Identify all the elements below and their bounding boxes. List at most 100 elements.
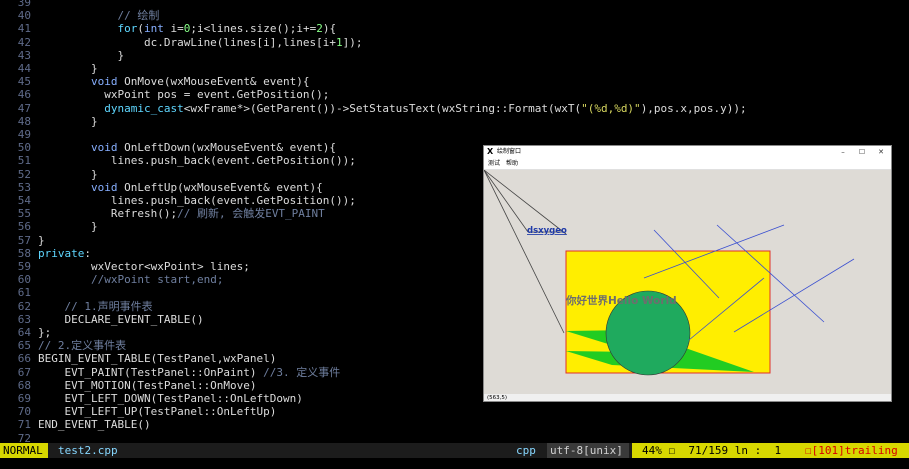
code-line[interactable]: 50 void OnLeftDown(wxMouseEvent& event){ — [0, 141, 336, 154]
code-token: // 绘制 — [117, 9, 160, 23]
code-text: lines.push_back(event.GetPosition()); — [38, 154, 356, 167]
line-number: 70 — [17, 405, 31, 419]
code-line[interactable]: 45 void OnMove(wxMouseEvent& event){ — [0, 75, 310, 88]
code-line[interactable]: 48 } — [0, 115, 98, 128]
code-line[interactable]: 43 } — [0, 49, 124, 62]
code-token: int — [143, 22, 164, 36]
line-number: 65 — [17, 339, 31, 353]
code-line[interactable]: 71 END_EVENT_TABLE() — [0, 418, 151, 431]
code-line[interactable]: 63 DECLARE_EVENT_TABLE() — [0, 313, 204, 326]
code-token: //wxPoint start,end; — [90, 273, 224, 287]
menu-bar: 测试 帮助 — [484, 158, 891, 170]
code-line[interactable]: 52 } — [0, 168, 98, 181]
code-line[interactable]: 57} — [0, 234, 45, 247]
close-button[interactable]: ✕ — [874, 146, 888, 158]
canvas-drawing: dsxygeo 你好世界Hello World — [484, 169, 855, 376]
code-line[interactable]: 42 dc.DrawLine(lines[i],lines[i+1]); — [0, 36, 363, 49]
code-line[interactable]: 46 wxPoint pos = event.GetPosition(); — [0, 88, 330, 101]
minimize-button[interactable]: – — [836, 146, 850, 158]
code-text: DECLARE_EVENT_TABLE() — [38, 313, 203, 326]
drawn-line — [484, 169, 529, 233]
drawn-line — [484, 169, 567, 235]
code-line[interactable]: 51 lines.push_back(event.GetPosition()); — [0, 154, 356, 167]
code-line[interactable]: 49 — [0, 128, 38, 141]
code-text: } — [38, 49, 124, 62]
window-title: 绘制窗口 — [497, 148, 522, 155]
line-number: 61 — [17, 286, 31, 300]
code-token: ]); — [342, 35, 363, 49]
code-line[interactable]: 41 for(int i=0;i<lines.size();i+=2){ — [0, 22, 336, 35]
code-token: dc.DrawLine(lines[i],lines[i+ — [38, 35, 337, 49]
code-line[interactable]: 53 void OnLeftUp(wxMouseEvent& event){ — [0, 181, 323, 194]
code-token: }; — [38, 326, 52, 339]
code-text: } — [38, 115, 98, 128]
code-token: END_EVENT_TABLE() — [38, 418, 151, 432]
code-token: EVT_LEFT_DOWN(TestPanel::OnLeftDown) — [38, 392, 303, 405]
code-token: void — [90, 180, 118, 194]
code-line[interactable]: 70 EVT_LEFT_UP(TestPanel::OnLeftUp) — [0, 405, 277, 419]
code-line[interactable]: 59 wxVector<wxPoint> lines; — [0, 260, 250, 273]
code-line[interactable]: 61 — [0, 286, 38, 299]
code-line[interactable]: 67 EVT_PAINT(TestPanel::OnPaint) //3. 定义… — [0, 366, 341, 379]
code-text: void OnLeftDown(wxMouseEvent& event){ — [38, 141, 336, 154]
code-token: : — [84, 246, 91, 260]
line-number: 60 — [17, 273, 31, 287]
code-token: 2 — [316, 22, 323, 36]
menu-help[interactable]: 帮助 — [506, 158, 518, 169]
code-text: BEGIN_EVENT_TABLE(TestPanel,wxPanel) — [38, 352, 276, 365]
code-line[interactable]: 60 //wxPoint start,end; — [0, 273, 224, 287]
line-number: 52 — [17, 167, 31, 181]
code-line[interactable]: 69 EVT_LEFT_DOWN(TestPanel::OnLeftDown) — [0, 392, 303, 405]
window-titlebar[interactable]: X 绘制窗口 – ☐ ✕ — [484, 146, 891, 158]
code-line[interactable]: 68 EVT_MOTION(TestPanel::OnMove) — [0, 379, 257, 392]
file-type: cpp — [516, 444, 536, 457]
line-number: 50 — [17, 141, 31, 155]
code-line[interactable]: 55 Refresh();// 刷新, 会触发EVT_PAINT — [0, 207, 325, 220]
code-token: OnMove(wxMouseEvent& event){ — [117, 75, 310, 89]
line-number: 56 — [17, 220, 31, 234]
line-number: 66 — [17, 352, 31, 366]
cursor-position: 44% ☐ 71/159 ln : 1 — [632, 443, 802, 458]
code-line[interactable]: 64}; — [0, 326, 52, 339]
code-line[interactable]: 72 — [0, 432, 38, 443]
drawing-canvas[interactable]: dsxygeo 你好世界Hello World — [484, 169, 891, 394]
code-line[interactable]: 66 BEGIN_EVENT_TABLE(TestPanel,wxPanel) — [0, 352, 277, 366]
maximize-button[interactable]: ☐ — [855, 146, 869, 158]
line-number: 49 — [17, 128, 31, 141]
code-token: ){ — [322, 22, 337, 36]
code-token: ( — [137, 22, 144, 36]
line-number: 41 — [17, 22, 31, 36]
code-line[interactable]: 47 dynamic_cast<wxFrame*>(GetParent())->… — [0, 102, 747, 115]
code-token: } — [38, 167, 98, 181]
code-text: } — [38, 168, 98, 181]
code-token: OnLeftUp(wxMouseEvent& event){ — [117, 180, 323, 194]
code-line[interactable]: 39 — [0, 0, 38, 9]
code-token: // 刷新, 会触发EVT_PAINT — [177, 207, 325, 221]
code-text: EVT_LEFT_DOWN(TestPanel::OnLeftDown) — [38, 392, 303, 405]
code-text: dc.DrawLine(lines[i],lines[i+1]); — [38, 36, 363, 49]
code-line[interactable]: 65 // 2.定义事件表 — [0, 339, 126, 352]
app-icon: X — [487, 147, 494, 156]
code-text: dynamic_cast<wxFrame*>(GetParent())->Set… — [38, 101, 746, 115]
menu-test[interactable]: 测试 — [488, 158, 500, 169]
code-token: void — [90, 141, 118, 155]
code-line[interactable]: 62 // 1.声明事件表 — [0, 300, 153, 313]
app-statusbar: (563,5) — [484, 394, 891, 401]
code-token: lines.push_back(event.GetPosition()); — [38, 194, 356, 207]
line-number: 53 — [17, 180, 31, 194]
code-text: } — [38, 220, 98, 233]
line-number: 47 — [17, 101, 31, 115]
code-line[interactable]: 58 private: — [0, 247, 91, 260]
code-token: "(%d,%d)" — [581, 101, 641, 115]
line-number: 44 — [17, 62, 31, 75]
code-line[interactable]: 56 } — [0, 220, 98, 233]
vim-command-line[interactable] — [0, 458, 909, 469]
code-line[interactable]: 40 // 绘制 — [0, 9, 160, 23]
code-token: } — [38, 220, 98, 234]
code-line[interactable]: 44 } — [0, 62, 98, 75]
code-text: EVT_LEFT_UP(TestPanel::OnLeftUp) — [38, 405, 276, 418]
app-window[interactable]: X 绘制窗口 – ☐ ✕ 测试 帮助 dsxygeo 你好世界Hello Wor… — [483, 145, 892, 402]
code-line[interactable]: 54 lines.push_back(event.GetPosition()); — [0, 194, 356, 207]
